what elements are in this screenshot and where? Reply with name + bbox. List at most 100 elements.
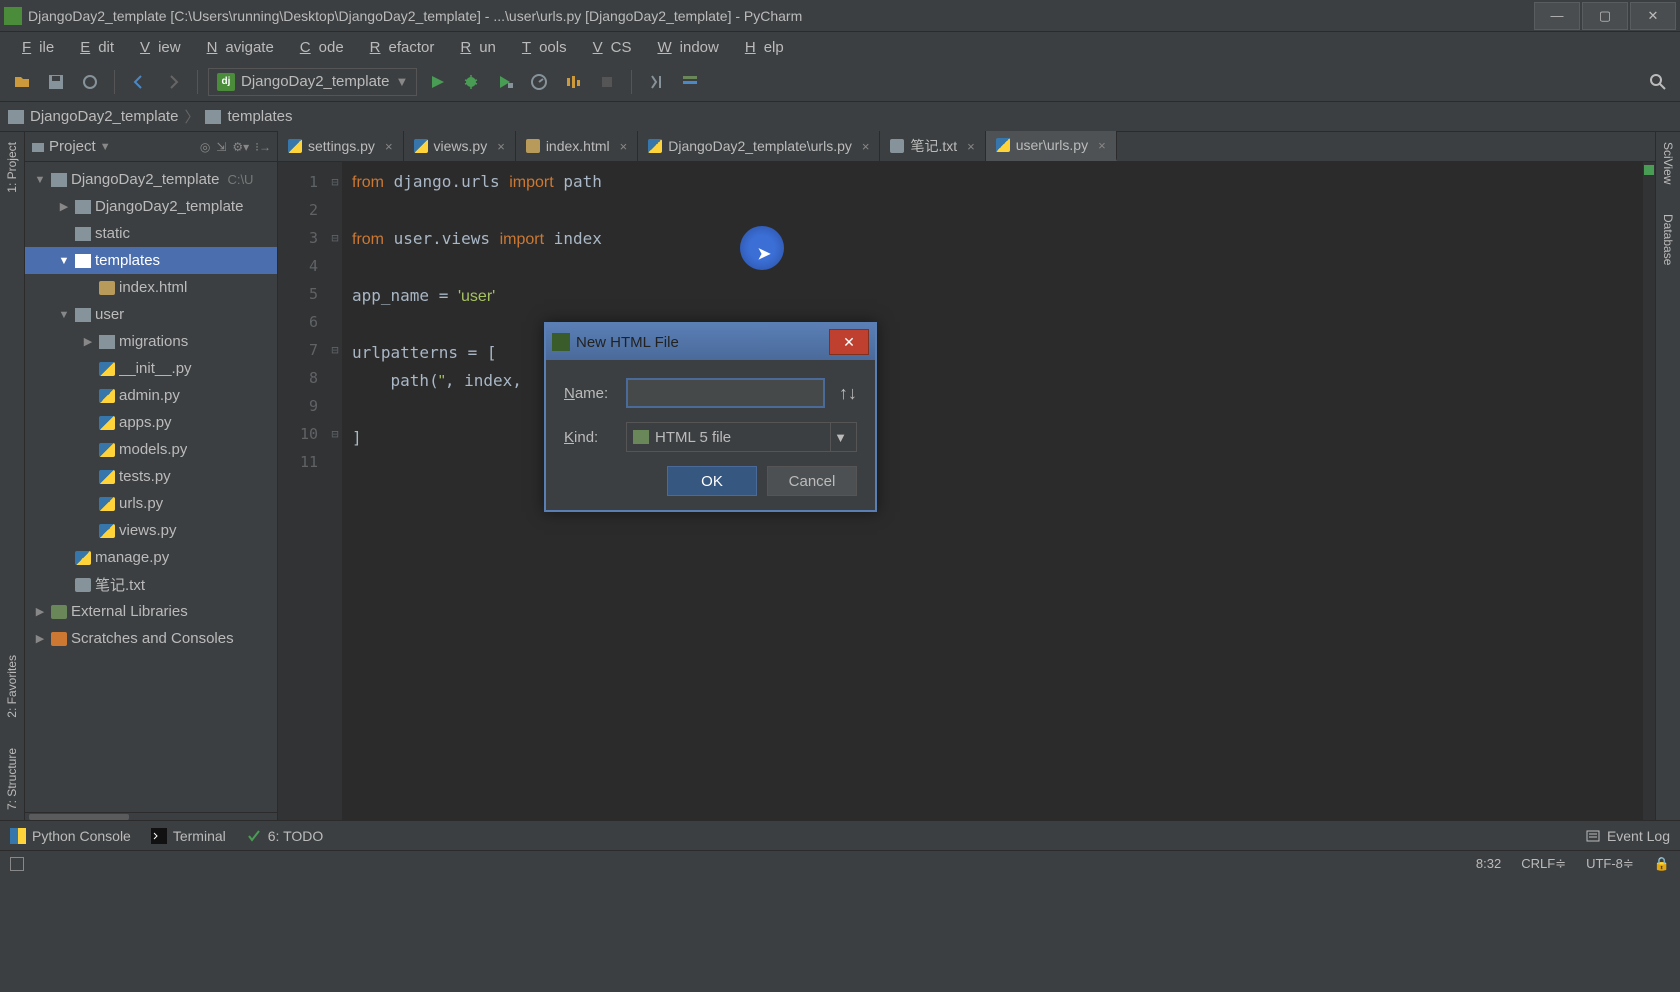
tree-item[interactable]: ▶migrations (25, 328, 277, 355)
menu-help[interactable]: Help (729, 35, 792, 60)
attach-icon[interactable] (559, 68, 587, 96)
stop-button[interactable] (593, 68, 621, 96)
maximize-button[interactable]: ▢ (1582, 2, 1628, 30)
event-log-button[interactable]: Event Log (1585, 828, 1670, 844)
tree-arrow-icon[interactable]: ▶ (57, 200, 71, 213)
dropdown-icon[interactable]: ▼ (830, 423, 850, 451)
menu-run[interactable]: Run (444, 35, 504, 60)
file-encoding[interactable]: UTF-8≑ (1586, 856, 1634, 872)
project-horizontal-scrollbar[interactable] (25, 812, 277, 820)
todo-button[interactable]: 6: TODO (246, 828, 324, 844)
menu-navigate[interactable]: Navigate (191, 35, 282, 60)
tree-arrow-icon[interactable]: ▶ (81, 335, 95, 348)
close-tab-icon[interactable]: × (385, 139, 393, 154)
menu-view[interactable]: View (124, 35, 189, 60)
tree-arrow-icon[interactable]: ▶ (33, 605, 47, 618)
close-window-button[interactable]: ✕ (1630, 2, 1676, 30)
gear-icon[interactable]: ⚙▾ (232, 140, 249, 154)
settings-icon[interactable] (676, 68, 704, 96)
tree-item[interactable]: ▶External Libraries (25, 598, 277, 625)
search-everywhere-icon[interactable] (1644, 68, 1672, 96)
tree-item[interactable]: __init__.py (25, 355, 277, 382)
dialog-close-button[interactable]: ✕ (829, 329, 869, 355)
menu-refactor[interactable]: Refactor (354, 35, 443, 60)
debug-button[interactable] (457, 68, 485, 96)
tree-item[interactable]: 笔记.txt (25, 571, 277, 598)
menu-tools[interactable]: Tools (506, 35, 575, 60)
tree-arrow-icon[interactable]: ▼ (57, 309, 71, 321)
menu-code[interactable]: Code (284, 35, 352, 60)
database-tool-button[interactable]: Database (1661, 214, 1675, 265)
python-console-button[interactable]: Python Console (10, 828, 131, 844)
breadcrumb-item[interactable]: DjangoDay2_template (30, 108, 178, 125)
menu-vcs[interactable]: VCS (577, 35, 640, 60)
readonly-lock-icon[interactable]: 🔒 (1654, 856, 1670, 872)
fold-gutter[interactable]: ⊟ ⊟ ⊟ ⊟ (328, 162, 342, 820)
tree-item[interactable]: ▼templates (25, 247, 277, 274)
editor-tab[interactable]: DjangoDay2_template\urls.py× (638, 131, 880, 161)
structure-tool-button[interactable]: 7: Structure (5, 748, 19, 810)
tree-item[interactable]: ▼user (25, 301, 277, 328)
code-editor[interactable]: from django.urls import path from user.v… (342, 162, 1643, 820)
editor-tab[interactable]: views.py× (404, 131, 516, 161)
tree-item[interactable]: tests.py (25, 463, 277, 490)
menu-edit[interactable]: Edit (64, 35, 122, 60)
sync-icon[interactable] (76, 68, 104, 96)
tree-item[interactable]: urls.py (25, 490, 277, 517)
hide-icon[interactable]: ⁝→ (255, 140, 271, 154)
close-tab-icon[interactable]: × (862, 139, 870, 154)
caret-position[interactable]: 8:32 (1476, 856, 1501, 871)
sciview-tool-button[interactable]: SciView (1661, 142, 1675, 184)
tree-arrow-icon[interactable]: ▼ (33, 174, 47, 186)
editor-tab[interactable]: user\urls.py× (986, 131, 1117, 161)
tree-item[interactable]: views.py (25, 517, 277, 544)
close-tab-icon[interactable]: × (967, 139, 975, 154)
breadcrumb-item[interactable]: templates (227, 108, 292, 125)
editor-tab[interactable]: 笔记.txt× (880, 131, 985, 161)
tree-item[interactable]: apps.py (25, 409, 277, 436)
project-panel-title[interactable]: Project ▼ (31, 138, 194, 155)
favorites-tool-button[interactable]: 2: Favorites (5, 655, 19, 718)
sort-arrows-icon[interactable]: ↑↓ (839, 383, 857, 404)
tree-item[interactable]: static (25, 220, 277, 247)
line-separator[interactable]: CRLF≑ (1521, 856, 1566, 872)
close-tab-icon[interactable]: × (497, 139, 505, 154)
tree-item[interactable]: ▶DjangoDay2_template (25, 193, 277, 220)
forward-icon[interactable] (159, 68, 187, 96)
tree-item[interactable]: index.html (25, 274, 277, 301)
tree-arrow-icon[interactable]: ▼ (57, 255, 71, 267)
cancel-button[interactable]: Cancel (767, 466, 857, 496)
kind-selector[interactable]: HTML 5 file ▼ (626, 422, 857, 452)
tool-window-quick-access-icon[interactable] (10, 857, 24, 871)
run-coverage-icon[interactable] (491, 68, 519, 96)
profile-icon[interactable] (525, 68, 553, 96)
tree-item[interactable]: admin.py (25, 382, 277, 409)
project-tree[interactable]: ▼DjangoDay2_templateC:\U▶DjangoDay2_temp… (25, 162, 277, 812)
menu-window[interactable]: Window (641, 35, 726, 60)
run-button[interactable] (423, 68, 451, 96)
locate-icon[interactable]: ◎ (200, 140, 210, 154)
editor-tab[interactable]: index.html× (516, 131, 638, 161)
back-icon[interactable] (125, 68, 153, 96)
tree-item[interactable]: manage.py (25, 544, 277, 571)
close-tab-icon[interactable]: × (620, 139, 628, 154)
menu-file[interactable]: File (6, 35, 62, 60)
expand-all-icon[interactable]: ⇲ (216, 140, 226, 154)
tree-item[interactable]: models.py (25, 436, 277, 463)
project-tool-button[interactable]: 1: Project (5, 142, 19, 193)
run-configuration-selector[interactable]: dj DjangoDay2_template ▼ (208, 68, 417, 96)
terminal-button[interactable]: Terminal (151, 828, 226, 844)
name-input[interactable] (626, 378, 825, 408)
tree-item[interactable]: ▼DjangoDay2_templateC:\U (25, 166, 277, 193)
editor-tab[interactable]: settings.py× (278, 131, 404, 161)
close-tab-icon[interactable]: × (1098, 138, 1106, 153)
save-icon[interactable] (42, 68, 70, 96)
error-stripe[interactable] (1643, 162, 1655, 820)
open-file-icon[interactable] (8, 68, 36, 96)
vcs-icon[interactable] (642, 68, 670, 96)
dialog-title-bar[interactable]: New HTML File ✕ (546, 324, 875, 360)
minimize-button[interactable]: — (1534, 2, 1580, 30)
tree-item[interactable]: ▶Scratches and Consoles (25, 625, 277, 652)
ok-button[interactable]: OK (667, 466, 757, 496)
tree-arrow-icon[interactable]: ▶ (33, 632, 47, 645)
